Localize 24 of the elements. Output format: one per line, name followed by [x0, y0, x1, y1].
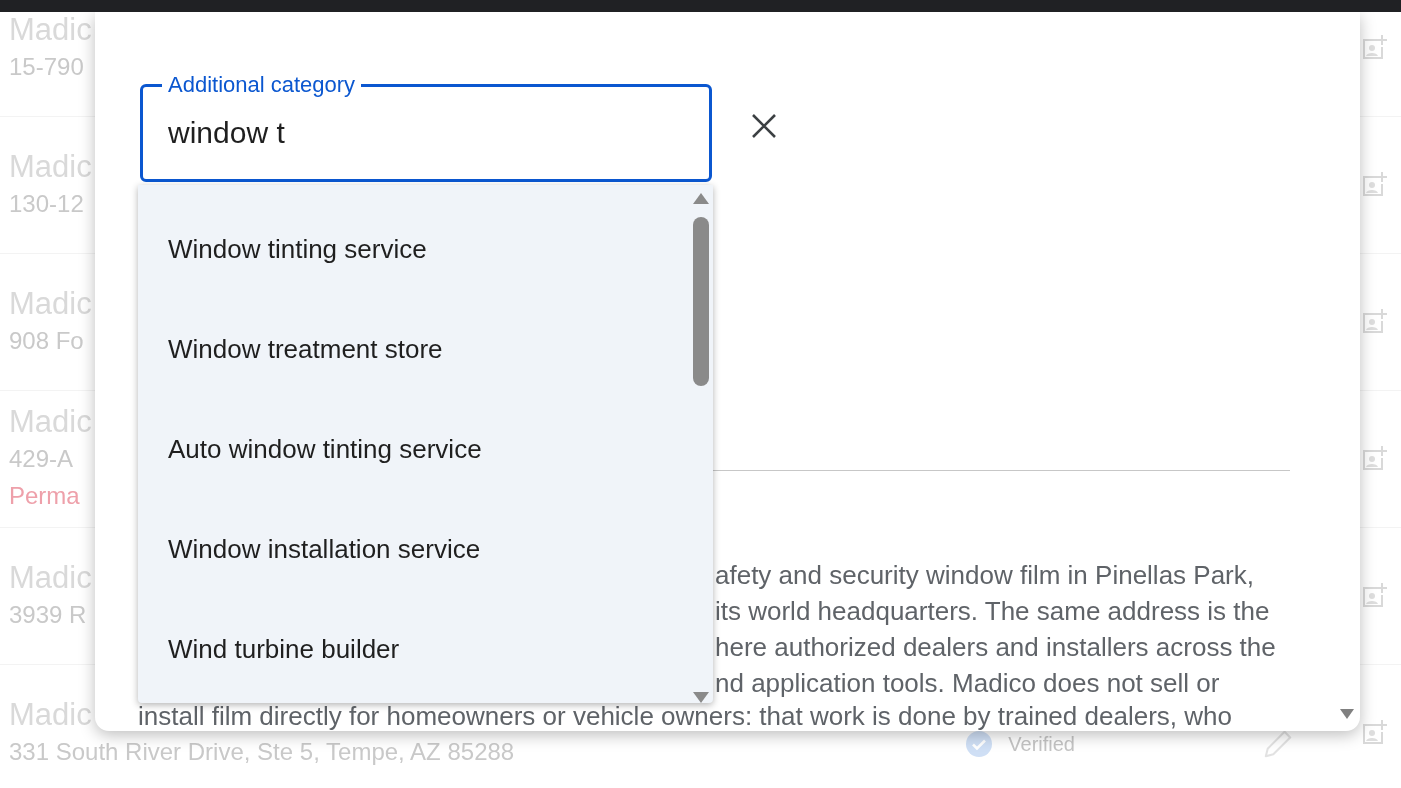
add-photo-icon[interactable] — [1361, 446, 1387, 472]
status-text: Perma — [9, 481, 80, 511]
suggestion-item[interactable]: Window treatment store — [138, 299, 689, 399]
suggestion-item[interactable]: Wind turbine builder — [138, 599, 689, 699]
scroll-down-icon[interactable] — [693, 692, 709, 703]
suggestion-item[interactable]: Auto window tinting service — [138, 399, 689, 499]
pencil-icon[interactable] — [1263, 729, 1293, 759]
description-text: install film directly for homeowners or vehicle owners: that work is done by trained dealers, who — [138, 703, 1232, 730]
add-photo-icon[interactable] — [1361, 583, 1387, 609]
scroll-up-icon[interactable] — [693, 193, 709, 204]
close-icon — [751, 113, 777, 139]
description-text: its world headquarters. The same address is the — [715, 595, 1270, 628]
add-photo-icon[interactable] — [1361, 35, 1387, 61]
scrollbar-thumb[interactable] — [693, 217, 709, 386]
suggestion-item[interactable]: Window tinting service — [138, 199, 689, 299]
suggestion-item[interactable]: Window installation service — [138, 499, 689, 599]
description-text: nd application tools. Madico does not sell or — [715, 667, 1220, 700]
verified-label: Verified — [1008, 732, 1075, 756]
add-photo-icon[interactable] — [1361, 309, 1387, 335]
scroll-down-icon[interactable] — [1340, 709, 1354, 719]
description-text: afety and security window film in Pinellas Park, — [715, 559, 1254, 592]
add-photo-icon[interactable] — [1361, 720, 1387, 746]
description-text: here authorized dealers and installers across the — [715, 631, 1276, 664]
add-photo-icon[interactable] — [1361, 172, 1387, 198]
